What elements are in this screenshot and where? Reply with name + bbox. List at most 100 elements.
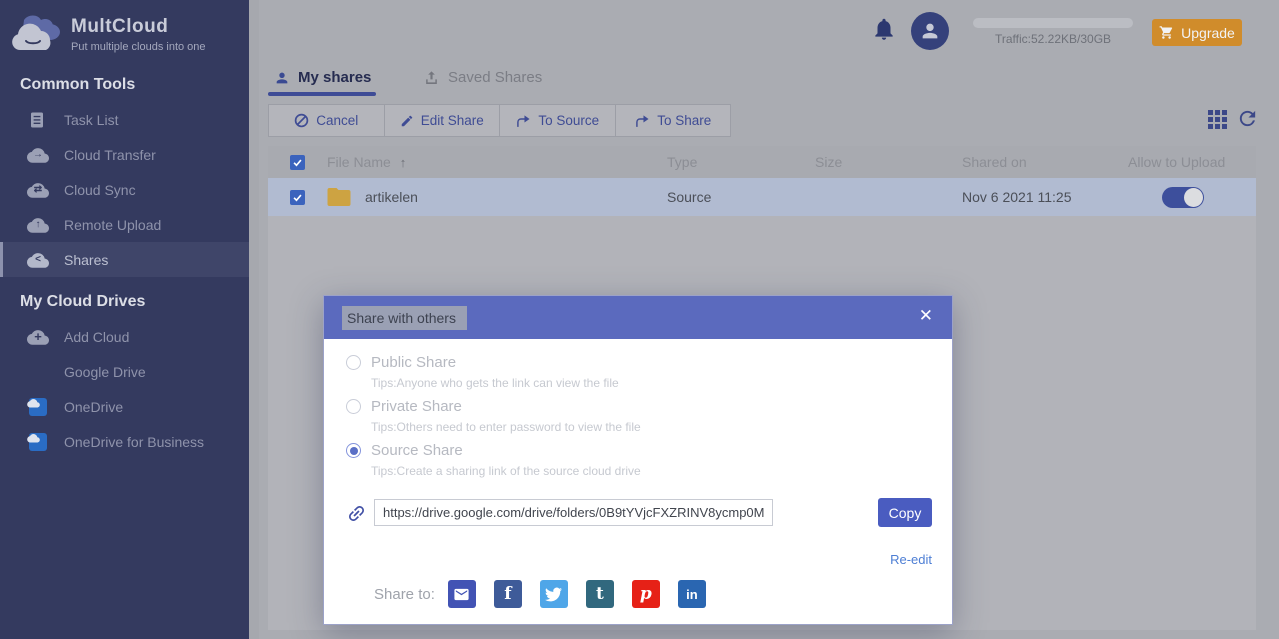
- task-list-icon: [27, 111, 49, 129]
- option-private-share: Private Share Tips:Others need to enter …: [346, 398, 641, 434]
- saved-shares-icon: [426, 70, 437, 84]
- option-tip: Tips:Create a sharing link of the source…: [371, 464, 641, 478]
- option-public-share: Public Share Tips:Anyone who gets the li…: [346, 354, 619, 390]
- share-link-input[interactable]: [374, 499, 773, 526]
- sidebar-item-label: Google Drive: [64, 363, 146, 380]
- refresh-icon[interactable]: [1236, 107, 1259, 135]
- option-tip: Tips:Others need to enter password to vi…: [371, 420, 641, 434]
- facebook-share-icon[interactable]: f: [493, 580, 522, 608]
- section-header-common-tools: Common Tools: [20, 76, 136, 93]
- private-share-radio[interactable]: [346, 399, 361, 414]
- branch-arrow-icon: [636, 114, 649, 127]
- sidebar-item-add-cloud[interactable]: + Add Cloud: [0, 319, 249, 354]
- app-title: MultCloud: [71, 16, 169, 37]
- option-label: Private Share: [371, 398, 462, 415]
- cancel-button[interactable]: Cancel: [269, 105, 384, 136]
- tumblr-share-icon[interactable]: t: [585, 580, 614, 608]
- column-header-allow-to-upload: Allow to Upload: [1128, 154, 1226, 170]
- sidebar-item-remote-upload[interactable]: ↑ Remote Upload: [0, 207, 249, 242]
- branch-arrow-icon: [517, 114, 530, 127]
- table-header-row: File Name ↑ Type Size Shared on Allow to…: [268, 146, 1256, 178]
- add-cloud-icon: +: [27, 328, 49, 346]
- folder-icon: [327, 188, 351, 206]
- sidebar-item-task-list[interactable]: Task List: [0, 102, 249, 137]
- sidebar: MultCloud Put multiple clouds into one C…: [0, 0, 249, 639]
- allow-upload-toggle[interactable]: [1162, 186, 1204, 208]
- tab-my-shares[interactable]: My shares: [274, 69, 371, 86]
- pinterest-share-icon[interactable]: p: [631, 580, 660, 608]
- dialog-title: Share with others: [342, 305, 467, 330]
- close-icon[interactable]: ✕: [919, 306, 933, 326]
- app-logo[interactable]: MultCloud Put multiple clouds into one: [0, 0, 249, 60]
- tab-saved-shares[interactable]: Saved Shares: [423, 69, 542, 86]
- sidebar-item-label: Add Cloud: [64, 328, 130, 345]
- sidebar-item-onedrive[interactable]: OneDrive: [0, 389, 249, 424]
- cloud-transfer-icon: →: [27, 146, 49, 164]
- column-header-shared-on: Shared on: [962, 154, 1027, 170]
- linkedin-share-icon[interactable]: in: [677, 580, 706, 608]
- active-tab-indicator: [268, 92, 376, 96]
- edit-share-button[interactable]: Edit Share: [383, 105, 500, 136]
- user-avatar[interactable]: [911, 12, 949, 50]
- cancel-icon: [294, 113, 309, 128]
- toolbar-button-label: To Source: [538, 113, 600, 128]
- sidebar-item-cloud-sync[interactable]: ⇄ Cloud Sync: [0, 172, 249, 207]
- to-share-button[interactable]: To Share: [614, 105, 731, 136]
- share-to-row: Share to: f t p in: [374, 580, 724, 608]
- file-type: Source: [667, 189, 712, 205]
- to-source-button[interactable]: To Source: [499, 105, 615, 136]
- row-checkbox[interactable]: [290, 189, 305, 205]
- sidebar-item-label: OneDrive for Business: [64, 433, 205, 450]
- link-chain-icon: [346, 503, 367, 529]
- multcloud-logo-icon: [10, 14, 62, 56]
- sidebar-item-shares[interactable]: < Shares: [0, 242, 249, 277]
- email-share-icon[interactable]: [447, 580, 476, 608]
- sidebar-item-label: Task List: [64, 111, 119, 128]
- edit-pencil-icon: [401, 115, 412, 126]
- cloud-sync-icon: ⇄: [27, 181, 49, 199]
- upgrade-label: Upgrade: [1181, 24, 1235, 41]
- cart-icon: [1159, 26, 1173, 39]
- sidebar-item-label: Cloud Sync: [64, 181, 136, 198]
- traffic-label: Traffic:52.22KB/30GB: [994, 32, 1112, 46]
- toolbar-button-label: Cancel: [316, 113, 359, 128]
- re-edit-link[interactable]: Re-edit: [890, 552, 932, 567]
- sidebar-item-label: Shares: [64, 251, 109, 268]
- copy-button[interactable]: Copy: [878, 498, 932, 527]
- person-icon: [276, 72, 288, 83]
- sidebar-item-label: Remote Upload: [64, 216, 162, 233]
- share-with-others-dialog: Share with others ✕ Public Share Tips:An…: [323, 295, 953, 625]
- public-share-radio[interactable]: [346, 355, 361, 370]
- option-label: Source Share: [371, 442, 463, 459]
- shares-icon: <: [27, 251, 49, 269]
- grid-view-icon[interactable]: [1208, 110, 1227, 134]
- select-all-checkbox[interactable]: [290, 154, 305, 170]
- onedrive-icon: [27, 397, 49, 416]
- sidebar-item-label: Cloud Transfer: [64, 146, 156, 163]
- column-header-file-name[interactable]: File Name ↑: [316, 154, 656, 170]
- file-name: artikelen: [365, 189, 418, 205]
- sidebar-scrollbar-track[interactable]: [249, 0, 259, 639]
- sort-ascending-icon: ↑: [399, 154, 407, 170]
- source-share-radio[interactable]: [346, 443, 361, 458]
- sidebar-item-cloud-transfer[interactable]: → Cloud Transfer: [0, 137, 249, 172]
- tab-label: My shares: [298, 69, 372, 86]
- sidebar-item-label: OneDrive: [64, 398, 124, 415]
- table-row[interactable]: artikelen Source Nov 6 2021 11:25: [268, 178, 1256, 216]
- twitter-share-icon[interactable]: [539, 580, 568, 608]
- column-header-size: Size: [815, 154, 843, 170]
- shared-on-date: Nov 6 2021 11:25: [962, 189, 1072, 205]
- share-to-label: Share to:: [374, 585, 435, 603]
- sidebar-item-onedrive-for-business[interactable]: OneDrive for Business: [0, 424, 249, 459]
- traffic-meter: [973, 18, 1133, 28]
- option-label: Public Share: [371, 354, 457, 371]
- notifications-bell-icon[interactable]: [871, 16, 897, 47]
- option-source-share: Source Share Tips:Create a sharing link …: [346, 442, 641, 478]
- onedrive-business-icon: [27, 432, 49, 451]
- app-tagline: Put multiple clouds into one: [71, 41, 206, 53]
- toggle-knob: [1184, 187, 1203, 207]
- sidebar-item-google-drive[interactable]: Google Drive: [0, 354, 249, 389]
- section-header-my-cloud-drives: My Cloud Drives: [20, 293, 146, 310]
- option-tip: Tips:Anyone who gets the link can view t…: [371, 376, 619, 390]
- upgrade-button[interactable]: Upgrade: [1152, 19, 1242, 46]
